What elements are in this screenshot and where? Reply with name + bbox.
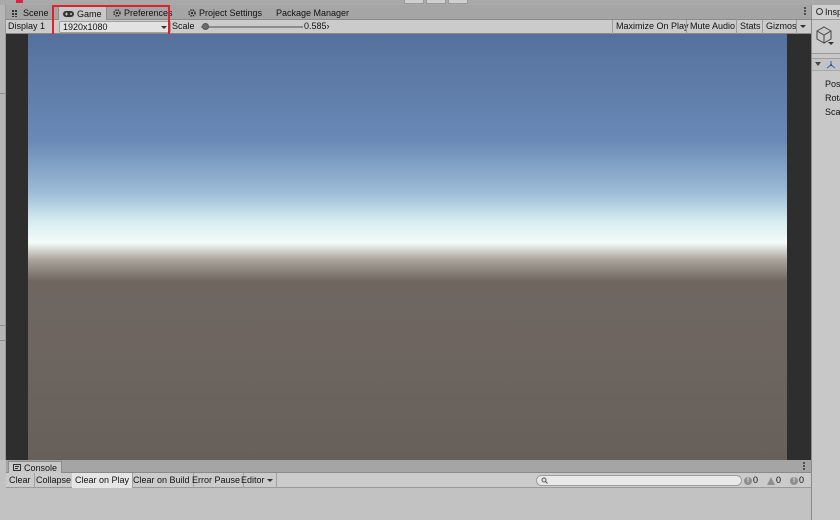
transform-icon [826,61,836,69]
console-toolbar: Clear Collapse Clear on Play Clear on Bu… [6,473,811,488]
gizmos-dropdown[interactable] [796,20,809,34]
tab-label: Console [24,462,58,473]
console-search-input[interactable] [536,475,742,486]
tab-project-settings[interactable]: Project Settings [184,6,266,20]
tab-label: Package Manager [276,8,350,18]
collapse-toggle[interactable]: Collapse [33,473,76,488]
tab-label: Scene [23,8,49,18]
more-options-icon[interactable] [803,462,805,471]
clear-on-play-toggle[interactable]: Clear on Play [72,473,134,488]
chevron-down-icon [828,42,834,45]
scene-grid-icon [12,9,17,17]
editor-dropdown-label: Editor [241,475,265,485]
log-counter[interactable]: ! 0 [744,474,758,487]
tab-label: Game [77,8,102,19]
warning-icon [767,476,775,485]
game-viewport[interactable] [6,34,811,460]
tab-game[interactable]: Game [58,6,107,20]
transform-component-header[interactable] [812,58,840,71]
chevron-right-icon: › [326,21,330,31]
toolbar-button[interactable] [404,0,424,4]
clear-button[interactable]: Clear [6,473,35,488]
toolbar-button[interactable] [448,0,468,4]
console-icon [13,464,21,471]
error-counter[interactable]: ! 0 [790,474,804,487]
gear-icon [188,9,196,17]
warning-count: 0 [776,475,782,485]
tab-console[interactable]: Console [8,461,63,473]
tab-scene[interactable]: Scene [8,6,53,20]
display-dropdown[interactable]: Display 1 [8,20,45,33]
chevron-down-icon [800,25,806,29]
error-pause-toggle[interactable]: Error Pause [189,473,245,488]
stats-toggle[interactable]: Stats [736,20,764,34]
gamepad-icon [63,10,74,17]
clear-on-build-toggle[interactable]: Clear on Build [130,473,194,488]
rotation-label: Rotation [825,93,840,103]
tab-label: Preferences [124,8,173,18]
tab-label: Project Settings [199,8,263,18]
game-render [28,34,787,460]
error-icon: ! [790,476,798,485]
log-count: 0 [753,475,759,485]
warning-counter[interactable]: 0 [767,474,781,487]
game-view-toolbar: Display 1 1920x1080 Scale 0.585› Maximiz… [6,20,811,34]
tab-package-manager[interactable]: Package Manager [272,6,353,20]
chevron-down-icon [815,62,821,66]
resolution-dropdown[interactable]: 1920x1080 [59,21,171,33]
scale-slider-track[interactable] [201,26,303,28]
search-icon [541,477,548,484]
error-count: 0 [799,475,805,485]
toolbar-button[interactable] [426,0,446,4]
tab-preferences[interactable]: Preferences [109,6,177,20]
scale-slider-handle[interactable] [202,23,209,30]
scale-value: 0.585› [304,20,330,33]
scale-value-text: 0.585 [304,21,327,31]
chevron-down-icon [161,26,167,29]
editor-tab-bar: Scene Game Preferences Project Settings … [6,5,811,20]
inspector-header [812,20,840,54]
chevron-down-icon [267,479,274,483]
tab-label: Inspector [825,7,840,17]
scale-row-label: Scale [825,107,840,117]
more-options-icon[interactable] [804,7,807,16]
console-tab-bar: Console [6,460,811,473]
tab-inspector[interactable]: Inspector [812,5,840,20]
play-mode-indicator [16,0,23,3]
gear-icon [113,9,121,17]
inspector-panel: Inspector Position Rotation Scale [811,5,840,520]
resolution-value: 1920x1080 [63,22,108,32]
info-log-icon: ! [744,476,752,485]
scale-label: Scale [172,21,195,31]
maximize-on-play-toggle[interactable]: Maximize On Play [612,20,692,34]
gizmos-toggle[interactable]: Gizmos [762,20,800,34]
position-label: Position [825,79,840,89]
info-icon [816,8,823,16]
console-panel: Console Clear Collapse Clear on Play Cle… [6,460,811,520]
editor-dropdown[interactable]: Editor [238,473,278,488]
mute-audio-toggle[interactable]: Mute Audio [686,20,738,34]
